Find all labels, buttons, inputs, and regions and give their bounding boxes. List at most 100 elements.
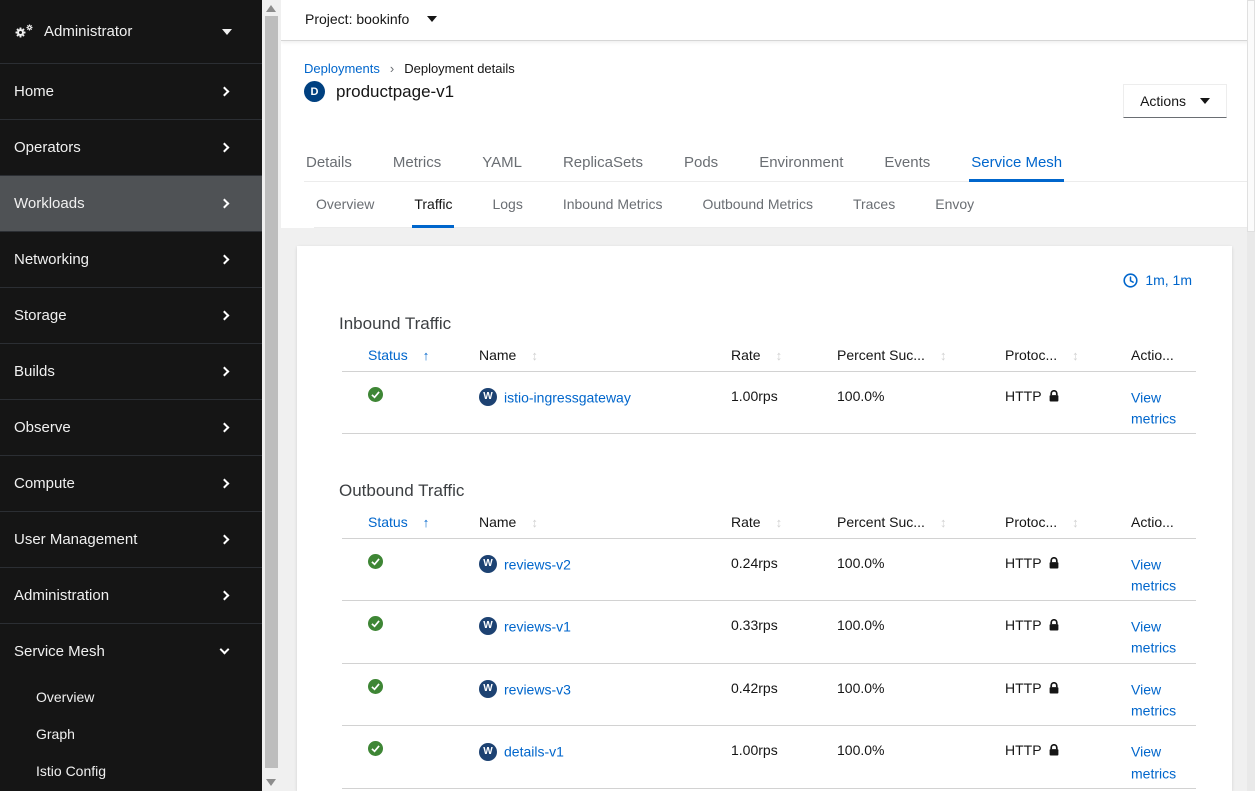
lock-icon <box>1049 744 1059 756</box>
inbound-traffic-heading: Inbound Traffic <box>339 314 1192 334</box>
sort-icon: ↕ <box>1072 348 1079 363</box>
scroll-down-arrow-icon[interactable] <box>266 779 276 786</box>
column-label: Name <box>479 347 516 363</box>
tab-service-mesh[interactable]: Service Mesh <box>969 146 1064 182</box>
table-header-row: Status↑ Name↕ Rate↕ Percent Suc...↕ Prot… <box>342 339 1196 371</box>
content-area: 1m, 1m Inbound Traffic Status↑ Name↕ Rat… <box>281 228 1255 791</box>
chevron-right-icon <box>220 367 230 377</box>
clock-icon <box>1123 273 1138 288</box>
view-metrics-link[interactable]: View metrics <box>1131 744 1176 781</box>
sidebar-item-sm-graph[interactable]: Graph <box>0 716 262 753</box>
workload-link[interactable]: reviews-v2 <box>504 556 571 572</box>
sidebar-item-label: Workloads <box>14 195 85 212</box>
workload-link[interactable]: reviews-v3 <box>504 681 571 697</box>
view-metrics-link[interactable]: View metrics <box>1131 681 1176 718</box>
table-row: Wistio-ingressgateway 1.00rps 100.0% HTT… <box>342 371 1196 434</box>
subtab-outbound-metrics[interactable]: Outbound Metrics <box>700 182 815 228</box>
column-header-name[interactable]: Name↕ <box>467 339 719 371</box>
breadcrumb: Deployments › Deployment details <box>304 61 515 76</box>
subtab-envoy[interactable]: Envoy <box>933 182 976 228</box>
tab-events[interactable]: Events <box>882 146 932 182</box>
column-header-percent-success[interactable]: Percent Suc... ↕ <box>825 506 993 538</box>
caret-down-icon <box>1200 98 1210 104</box>
tab-details[interactable]: Details <box>304 146 354 182</box>
subtab-logs[interactable]: Logs <box>490 182 524 228</box>
table-row: Wreviews-v3 0.42rps 100.0% HTTP View met… <box>342 663 1196 726</box>
percent-success-value: 100.0% <box>825 663 993 726</box>
percent-success-value: 100.0% <box>825 371 993 434</box>
chevron-right-icon <box>220 311 230 321</box>
inbound-traffic-table: Status↑ Name↕ Rate↕ Percent Suc...↕ Prot… <box>342 339 1196 434</box>
percent-success-value: 100.0% <box>825 538 993 601</box>
sidebar-item-administration[interactable]: Administration <box>0 567 262 623</box>
column-header-rate[interactable]: Rate↕ <box>719 339 825 371</box>
column-header-rate[interactable]: Rate↕ <box>719 506 825 538</box>
window-scrollbar[interactable] <box>1247 0 1255 791</box>
title-row: D productpage-v1 <box>304 81 454 102</box>
caret-down-icon <box>427 16 437 22</box>
view-metrics-link[interactable]: View metrics <box>1131 389 1176 426</box>
column-header-name[interactable]: Name↕ <box>467 506 719 538</box>
project-selector[interactable]: Project: bookinfo <box>305 11 437 27</box>
sidebar-item-compute[interactable]: Compute <box>0 455 262 511</box>
window-scrollbar-thumb[interactable] <box>1247 0 1255 232</box>
healthy-status-icon <box>368 616 383 636</box>
column-header-protocol[interactable]: Protoc...↕ <box>993 339 1119 371</box>
sidebar-item-operators[interactable]: Operators <box>0 119 262 175</box>
column-label: Name <box>479 514 516 530</box>
scroll-up-arrow-icon[interactable] <box>266 5 276 12</box>
sidebar-item-home[interactable]: Home <box>0 63 262 119</box>
sidebar-item-workloads[interactable]: Workloads <box>0 175 262 231</box>
chevron-right-icon <box>220 255 230 265</box>
sidebar-item-sm-overview[interactable]: Overview <box>0 679 262 716</box>
perspective-label: Administrator <box>44 23 132 40</box>
tab-replicasets[interactable]: ReplicaSets <box>561 146 645 182</box>
sidebar-item-networking[interactable]: Networking <box>0 231 262 287</box>
subtab-inbound-metrics[interactable]: Inbound Metrics <box>561 182 665 228</box>
subtab-traffic[interactable]: Traffic <box>412 182 454 228</box>
tab-pods[interactable]: Pods <box>682 146 720 182</box>
chevron-right-icon <box>220 591 230 601</box>
tab-yaml[interactable]: YAML <box>480 146 524 182</box>
column-label: Percent Suc... <box>837 347 925 363</box>
breadcrumb-link-deployments[interactable]: Deployments <box>304 61 380 76</box>
sidebar-item-label: Service Mesh <box>14 643 105 660</box>
actions-button[interactable]: Actions <box>1123 84 1227 118</box>
sidebar-item-sm-istio-config[interactable]: Istio Config <box>0 753 262 790</box>
view-metrics-link[interactable]: View metrics <box>1131 618 1176 655</box>
duration-control[interactable]: 1m, 1m <box>342 271 1192 289</box>
column-header-actions: Actio... <box>1119 339 1196 371</box>
workload-link[interactable]: details-v1 <box>504 744 564 760</box>
sidebar-item-builds[interactable]: Builds <box>0 343 262 399</box>
sidebar-item-user-management[interactable]: User Management <box>0 511 262 567</box>
sidebar-item-service-mesh[interactable]: Service Mesh <box>0 623 262 679</box>
tab-metrics[interactable]: Metrics <box>391 146 443 182</box>
sidebar-scrollbar[interactable] <box>262 0 281 791</box>
subtab-traces[interactable]: Traces <box>851 182 897 228</box>
service-mesh-subnav: Overview Graph Istio Config <box>0 679 262 790</box>
sidebar-scrollbar-thumb[interactable] <box>265 16 278 768</box>
perspective-switcher[interactable]: Administrator <box>0 0 262 63</box>
subtab-overview[interactable]: Overview <box>314 182 376 228</box>
column-label: Status <box>368 347 408 363</box>
sort-icon: ↕ <box>940 515 947 530</box>
column-label: Percent Suc... <box>837 514 925 530</box>
main-area: Project: bookinfo Deployments › Deployme… <box>281 0 1255 791</box>
column-header-protocol[interactable]: Protoc...↕ <box>993 506 1119 538</box>
sort-icon: ↕ <box>940 348 947 363</box>
column-header-status[interactable]: Status↑ <box>342 506 467 538</box>
healthy-status-icon <box>368 554 383 574</box>
workload-badge: W <box>479 388 497 406</box>
protocol-value: HTTP <box>1005 388 1042 404</box>
sidebar-nav-list: Home Operators Workloads Networking Stor… <box>0 63 262 679</box>
view-metrics-link[interactable]: View metrics <box>1131 556 1176 593</box>
sidebar-item-observe[interactable]: Observe <box>0 399 262 455</box>
column-label: Actio... <box>1131 347 1174 363</box>
column-header-percent-success[interactable]: Percent Suc... ↕ <box>825 339 993 371</box>
chevron-right-icon <box>220 199 230 209</box>
workload-link[interactable]: istio-ingressgateway <box>504 389 631 405</box>
sidebar-item-storage[interactable]: Storage <box>0 287 262 343</box>
column-header-status[interactable]: Status↑ <box>342 339 467 371</box>
tab-environment[interactable]: Environment <box>757 146 845 182</box>
workload-link[interactable]: reviews-v1 <box>504 618 571 634</box>
